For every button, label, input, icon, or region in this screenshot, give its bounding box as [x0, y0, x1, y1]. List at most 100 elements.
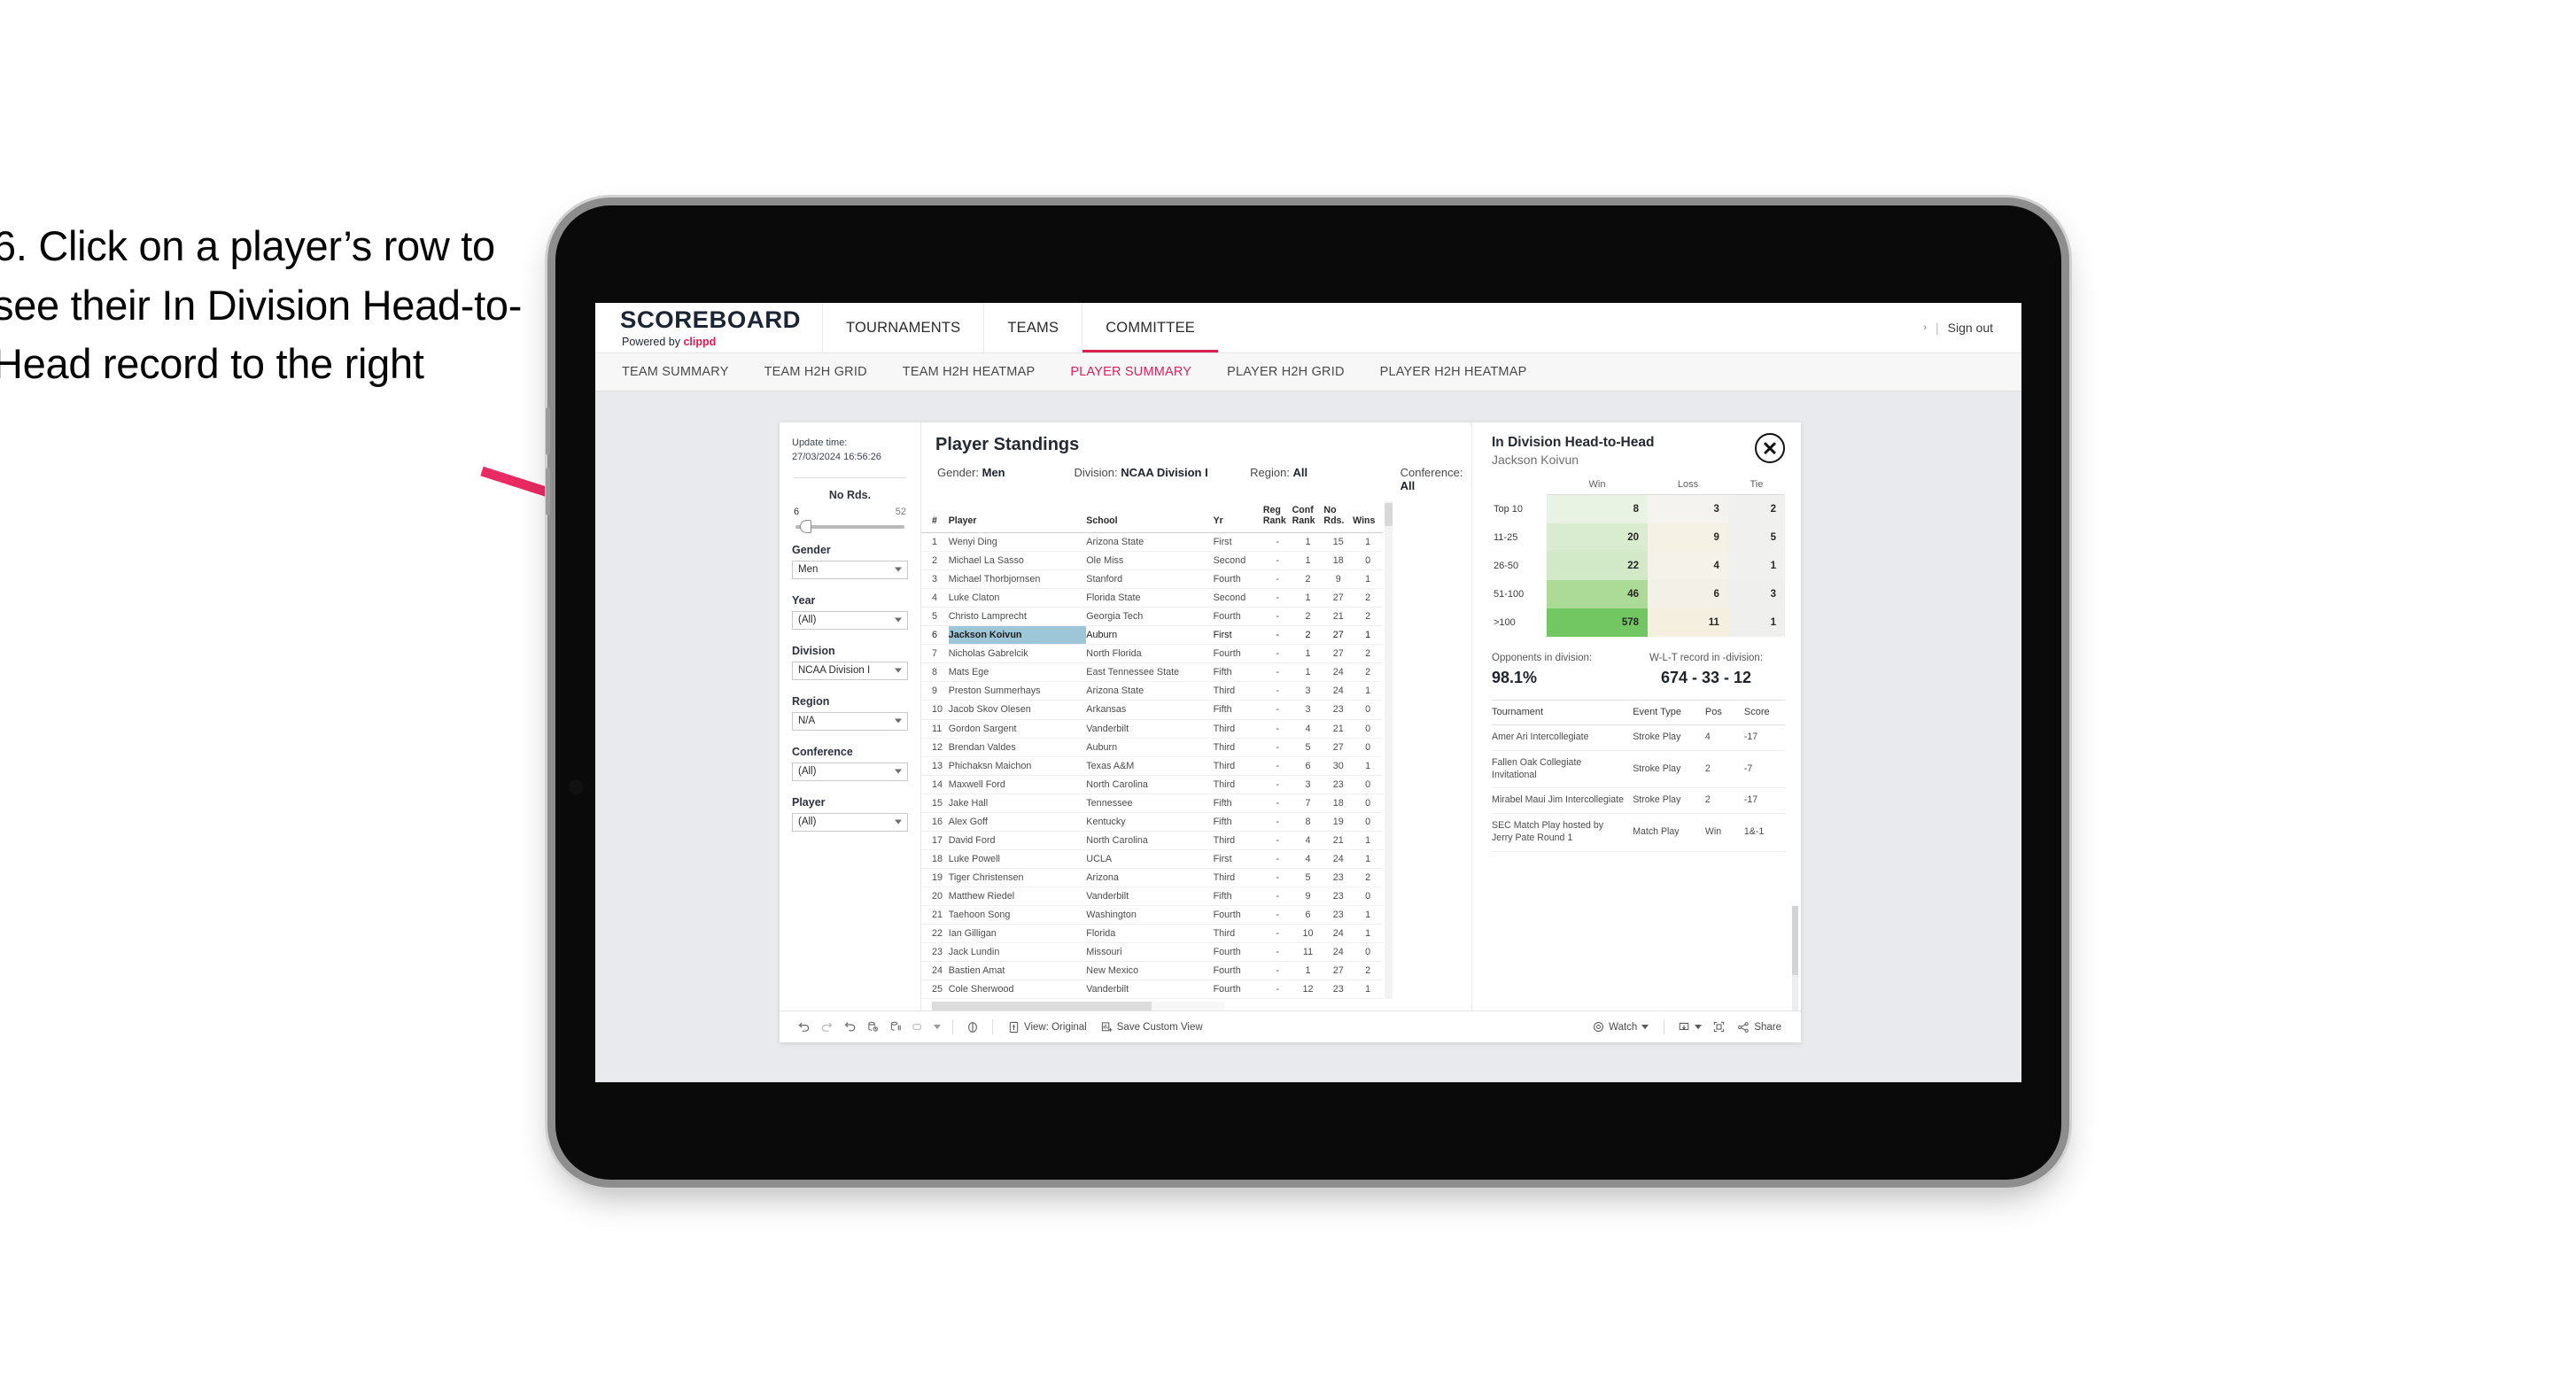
share-button[interactable]: Share: [1730, 1021, 1788, 1034]
table-row[interactable]: 4 Luke Claton Florida State Second -1 27 2: [921, 588, 1383, 608]
table-row[interactable]: 10 Jacob Skov Olesen Arkansas Fifth -3 23 0: [921, 700, 1383, 720]
nav-tab-teams[interactable]: TEAMS: [983, 303, 1082, 352]
download-button[interactable]: [1672, 1021, 1707, 1034]
volume-up-button[interactable]: [546, 407, 550, 455]
table-row[interactable]: 16 Alex Goff Kentucky Fifth -8 19 0: [921, 812, 1383, 832]
col-yr[interactable]: Yr: [1213, 501, 1263, 534]
col-event-type[interactable]: Event Type: [1633, 700, 1705, 725]
table-row[interactable]: 23 Jack Lundin Missouri Fourth -11 24 0: [921, 942, 1383, 962]
nav-tab-committee[interactable]: COMMITTEE: [1082, 303, 1218, 352]
layout-dropdown-caret-icon[interactable]: [930, 1018, 944, 1037]
table-row[interactable]: 24 Bastien Amat New Mexico Fourth -1 27 2: [921, 961, 1383, 980]
table-row[interactable]: 20 Matthew Riedel Vanderbilt Fifth -9 23 0: [921, 887, 1383, 906]
filter-region-select[interactable]: N/A: [792, 711, 908, 731]
no-rounds-slider-group: No Rds. 6 52: [792, 489, 908, 533]
table-row[interactable]: 7 Nicholas Gabrelcik North Florida Fourth -1…: [921, 644, 1383, 664]
tournament-row[interactable]: Fallen Oak Collegiate Invitational Stroke…: [1492, 750, 1785, 789]
tournament-row[interactable]: Mirabel Maui Jim Intercollegiate Stroke P…: [1492, 787, 1785, 815]
tournament-row[interactable]: SEC Match Play hosted by Jerry Pate Roun…: [1492, 813, 1785, 852]
fullscreen-icon[interactable]: [1707, 1018, 1730, 1037]
tab-team-h2h-grid[interactable]: TEAM H2H GRID: [764, 365, 867, 379]
tab-team-h2h-heatmap[interactable]: TEAM H2H HEATMAP: [903, 365, 1036, 379]
player-wins: 0: [1353, 775, 1383, 794]
chevron-right-icon[interactable]: ›: [1923, 322, 1927, 333]
tab-player-h2h-heatmap[interactable]: PLAYER H2H HEATMAP: [1380, 365, 1527, 379]
player-no-rounds: 23: [1323, 887, 1354, 906]
col-pos[interactable]: Pos: [1704, 700, 1744, 725]
table-row[interactable]: 14 Maxwell Ford North Carolina Third -3 23 0: [921, 775, 1383, 794]
tournament-event-type: Match Play: [1633, 813, 1705, 852]
tournament-row[interactable]: Amer Ari Intercollegiate Stroke Play 4 -17: [1492, 724, 1785, 751]
table-row[interactable]: 6 Jackson Koivun Auburn First -2 27 1: [921, 625, 1383, 646]
player-no-rounds: 23: [1323, 700, 1354, 720]
col-no-rds[interactable]: No Rds.: [1323, 501, 1354, 534]
scrollbar-thumb[interactable]: [1792, 906, 1798, 975]
table-row[interactable]: 18 Luke Powell UCLA First -4 24 1: [921, 849, 1383, 869]
device-layout-icon[interactable]: [907, 1018, 930, 1037]
close-circle-icon[interactable]: [1755, 433, 1785, 463]
table-row[interactable]: 13 Phichaksn Maichon Texas A&M Third -6 30 1: [921, 756, 1383, 776]
table-row[interactable]: 22 Ian Gilligan Florida Third -10 24 1: [921, 924, 1383, 943]
revert-icon[interactable]: [838, 1018, 861, 1037]
col-conf-rank[interactable]: Conf Rank: [1292, 501, 1324, 534]
table-row[interactable]: 17 David Ford North Carolina Third -4 21 1: [921, 831, 1383, 850]
slider-track[interactable]: [795, 519, 904, 533]
volume-down-button[interactable]: [546, 468, 550, 515]
player-rank: 14: [921, 775, 949, 794]
table-row[interactable]: 21 Taehoon Song Washington Fourth -6 23 1: [921, 905, 1383, 925]
col-tournament[interactable]: Tournament: [1492, 700, 1633, 725]
table-row[interactable]: 5 Christo Lamprecht Georgia Tech Fourth -2 21…: [921, 607, 1383, 627]
table-vertical-scrollbar[interactable]: [1385, 501, 1393, 999]
col-school[interactable]: School: [1086, 501, 1214, 534]
save-custom-view-button[interactable]: Save Custom View: [1094, 1021, 1210, 1034]
tab-player-summary[interactable]: PLAYER SUMMARY: [1070, 365, 1191, 379]
scrollbar-thumb[interactable]: [1385, 503, 1393, 526]
table-horizontal-scrollbar[interactable]: [932, 1002, 1224, 1010]
alert-icon[interactable]: [961, 1018, 984, 1037]
filter-gender-select[interactable]: Men: [792, 560, 908, 579]
table-row[interactable]: 3 Michael Thorbjornsen Stanford Fourth -2 9 1: [921, 569, 1383, 590]
player-conf-rank: 1: [1292, 551, 1324, 571]
save-custom-view-label: Save Custom View: [1116, 1021, 1203, 1033]
watch-button[interactable]: Watch: [1586, 1021, 1656, 1033]
filter-player-select[interactable]: (All): [792, 812, 908, 832]
col-score[interactable]: Score: [1743, 700, 1785, 725]
table-row[interactable]: 8 Mats Ege East Tennessee State Fifth -1 24 2: [921, 662, 1383, 683]
col-reg-rank[interactable]: Reg Rank: [1262, 501, 1292, 534]
filter-year-select[interactable]: (All): [792, 610, 908, 630]
tab-team-summary[interactable]: TEAM SUMMARY: [622, 365, 729, 379]
player-no-rounds: 9: [1323, 569, 1354, 590]
table-row[interactable]: 11 Gordon Sargent Vanderbilt Third -4 21 0: [921, 719, 1383, 739]
player-wins: 2: [1353, 607, 1383, 627]
player-conf-rank: 1: [1292, 961, 1324, 980]
slider-handle[interactable]: [799, 519, 811, 533]
table-row[interactable]: 25 Cole Sherwood Vanderbilt Fourth -12 23 1: [921, 979, 1383, 1000]
scrollbar-thumb[interactable]: [932, 1002, 1152, 1010]
view-original-button[interactable]: View: Original: [1001, 1021, 1094, 1034]
player-rank: 12: [921, 738, 949, 757]
sign-out-link[interactable]: Sign out: [1948, 321, 1993, 335]
filter-division-select[interactable]: NCAA Division I: [792, 661, 908, 680]
filter-conference-select[interactable]: (All): [792, 762, 908, 781]
tab-player-h2h-grid[interactable]: PLAYER H2H GRID: [1227, 365, 1344, 379]
refresh-data-icon[interactable]: [861, 1018, 884, 1037]
table-row[interactable]: 1 Wenyi Ding Arizona State First -1 15 1: [921, 532, 1383, 553]
table-row[interactable]: 19 Tiger Christensen Arizona Third -5 23 2: [921, 868, 1383, 887]
col-wins[interactable]: Wins: [1353, 501, 1383, 534]
redo-icon[interactable]: [815, 1018, 838, 1037]
col-rank[interactable]: #: [921, 501, 949, 534]
nav-tab-tournaments[interactable]: TOURNAMENTS: [822, 303, 983, 352]
table-row[interactable]: 9 Preston Summerhays Arizona State Third -3 2…: [921, 681, 1383, 701]
table-row[interactable]: 2 Michael La Sasso Ole Miss Second -1 18 0: [921, 551, 1383, 571]
tournament-score: -17: [1743, 724, 1785, 751]
table-row[interactable]: 12 Brendan Valdes Auburn Third -5 27 0: [921, 738, 1383, 757]
player-standings-section: Player Standings Gender: Men Division: N…: [921, 422, 1471, 1010]
h2h-win-cell: 8: [1547, 494, 1649, 523]
viz-toolbar: View: Original Save Custom View Watch Sh…: [780, 1010, 1801, 1042]
player-year: Fourth: [1213, 905, 1263, 925]
col-player[interactable]: Player: [948, 501, 1087, 534]
tournament-scrollbar[interactable]: [1792, 906, 1798, 1010]
pause-updates-icon[interactable]: [884, 1018, 907, 1037]
table-row[interactable]: 15 Jake Hall Tennessee Fifth -7 18 0: [921, 794, 1383, 813]
undo-icon[interactable]: [792, 1018, 815, 1037]
